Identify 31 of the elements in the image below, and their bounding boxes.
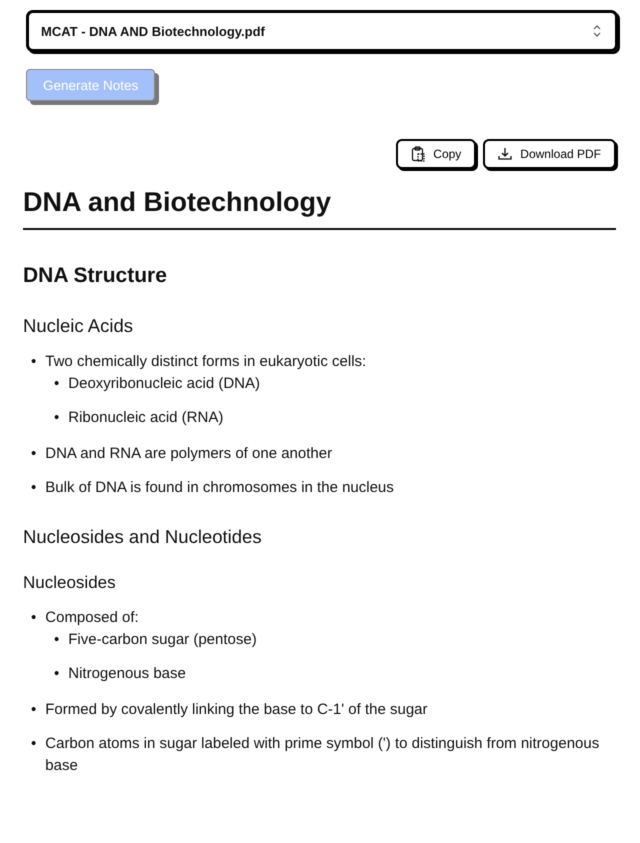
file-select[interactable]: MCAT - DNA AND Biotechnology.pdf bbox=[26, 10, 618, 52]
chevron-updown-icon bbox=[593, 25, 601, 37]
bullet-item: Five-carbon sugar (pentose) bbox=[68, 630, 257, 650]
notes-title: DNA and Biotechnology bbox=[23, 187, 616, 230]
bullet-icon: • bbox=[54, 663, 60, 685]
subsection-heading: Nucleosides and Nucleotides bbox=[23, 526, 263, 548]
download-button[interactable]: Download PDF bbox=[483, 139, 616, 169]
bullet-icon: • bbox=[31, 699, 36, 721]
bullet-item: Nitrogenous base bbox=[68, 664, 186, 684]
section-heading: DNA Structure bbox=[23, 264, 168, 288]
subsection-heading: Nucleic Acids bbox=[23, 315, 134, 337]
bullet-icon: • bbox=[31, 443, 36, 465]
bullet-icon: • bbox=[31, 351, 36, 373]
bullet-item: DNA and RNA are polymers of one another bbox=[45, 444, 332, 464]
bullet-item: Composed of: bbox=[45, 608, 139, 628]
bullet-icon: • bbox=[31, 607, 36, 629]
bullet-item: Formed by covalently linking the base to C-1' of the sugar bbox=[45, 700, 428, 720]
bullet-item: Bulk of DNA is found in chromosomes in the nucleus bbox=[45, 478, 394, 498]
bullet-icon: • bbox=[54, 407, 60, 429]
bullet-item: Carbon atoms in sugar labeled with prime symbol (') to distinguish from nitrogenous base bbox=[45, 734, 600, 776]
bullet-icon: • bbox=[31, 733, 36, 777]
bullet-icon: • bbox=[54, 629, 60, 651]
bullet-item: Two chemically distinct forms in eukaryotic cells: bbox=[45, 352, 366, 372]
bullet-item: Deoxyribonucleic acid (DNA) bbox=[68, 374, 260, 394]
bullet-icon: • bbox=[31, 477, 36, 499]
clipboard-icon bbox=[411, 146, 426, 162]
topic-heading: Nucleosides bbox=[23, 573, 117, 593]
bullet-icon: • bbox=[54, 373, 60, 395]
bullet-item: Ribonucleic acid (RNA) bbox=[68, 408, 224, 428]
copy-button[interactable]: Copy bbox=[396, 139, 476, 169]
download-icon bbox=[498, 147, 512, 161]
